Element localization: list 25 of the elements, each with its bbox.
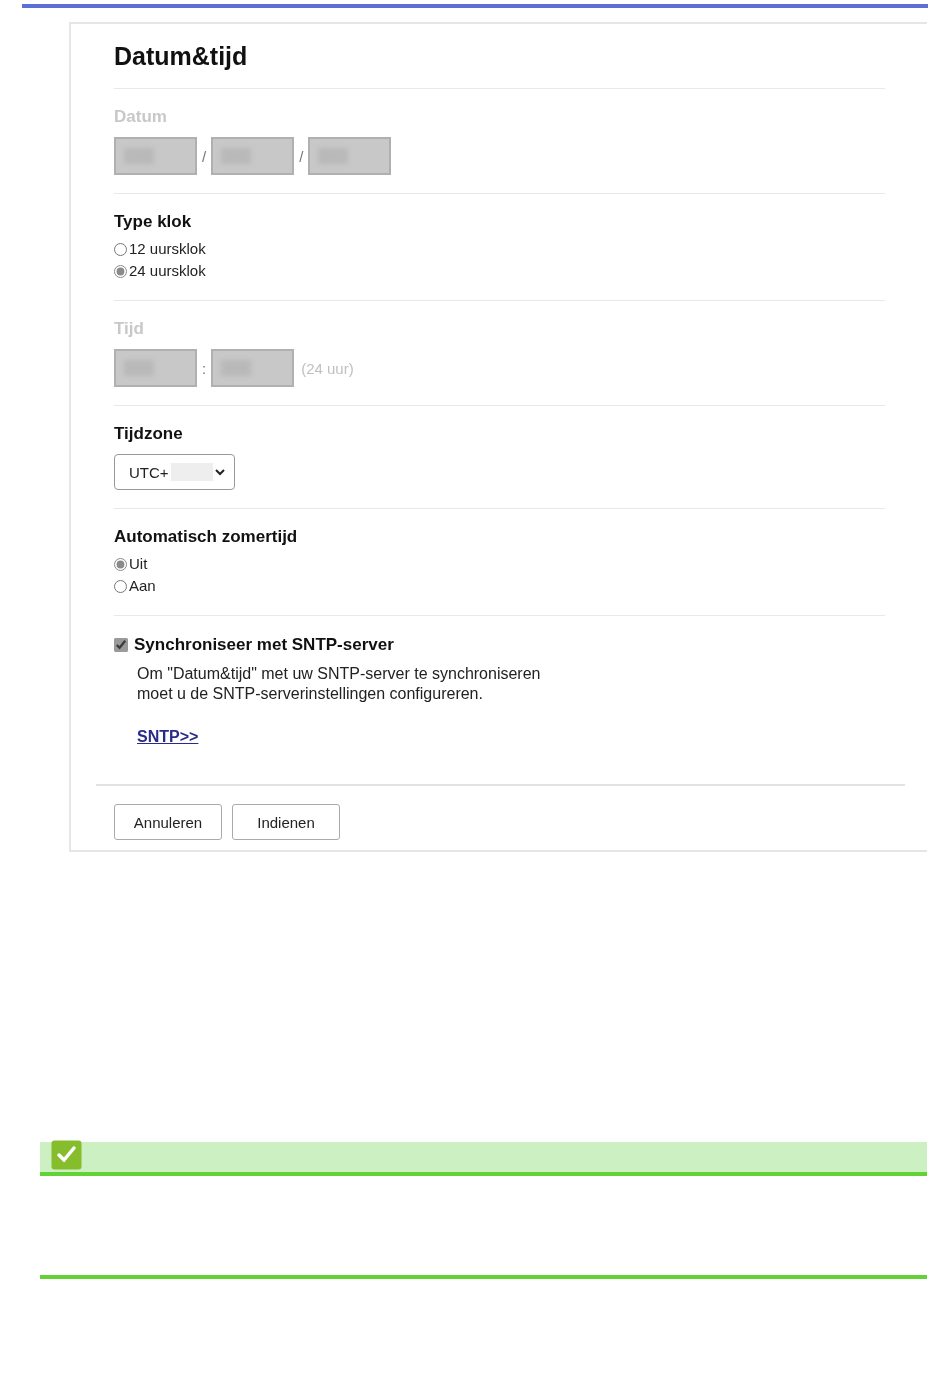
option-label: 12 uursklok (129, 239, 206, 259)
separator: / (299, 147, 304, 165)
radio-button[interactable] (114, 579, 127, 593)
checkbox[interactable] (114, 638, 128, 652)
sntp-link[interactable]: SNTP>> (137, 728, 199, 746)
radio-button[interactable] (114, 264, 127, 278)
separator: : (202, 359, 207, 377)
description-text: Om "Datum&tijd" met uw SNTP-server te synchroniseren moet u de SNTP-serverinstellingen configureren. (137, 664, 541, 704)
option-label: Aan (129, 576, 156, 596)
page-title: Datum&tijd (114, 41, 248, 72)
chevron-icon (214, 468, 225, 476)
timezone-select[interactable]: UTC+ (114, 454, 235, 490)
option-label: Uit (129, 554, 148, 574)
form-button[interactable]: Indienen (232, 804, 340, 840)
form-button[interactable]: Annuleren (114, 804, 222, 840)
hint-text: (24 uur) (301, 359, 354, 377)
option-label: 24 uursklok (129, 261, 206, 281)
section-label: Type klok (114, 212, 192, 232)
radio-button[interactable] (114, 557, 127, 571)
section-label: Tijdzone (114, 424, 183, 444)
checkmark-icon (51, 1140, 82, 1170)
separator: / (202, 147, 207, 165)
section-label: Automatisch zomertijd (114, 527, 298, 547)
radio-button[interactable] (114, 242, 127, 256)
checkbox-label: Synchroniseer met SNTP-server (134, 634, 394, 656)
